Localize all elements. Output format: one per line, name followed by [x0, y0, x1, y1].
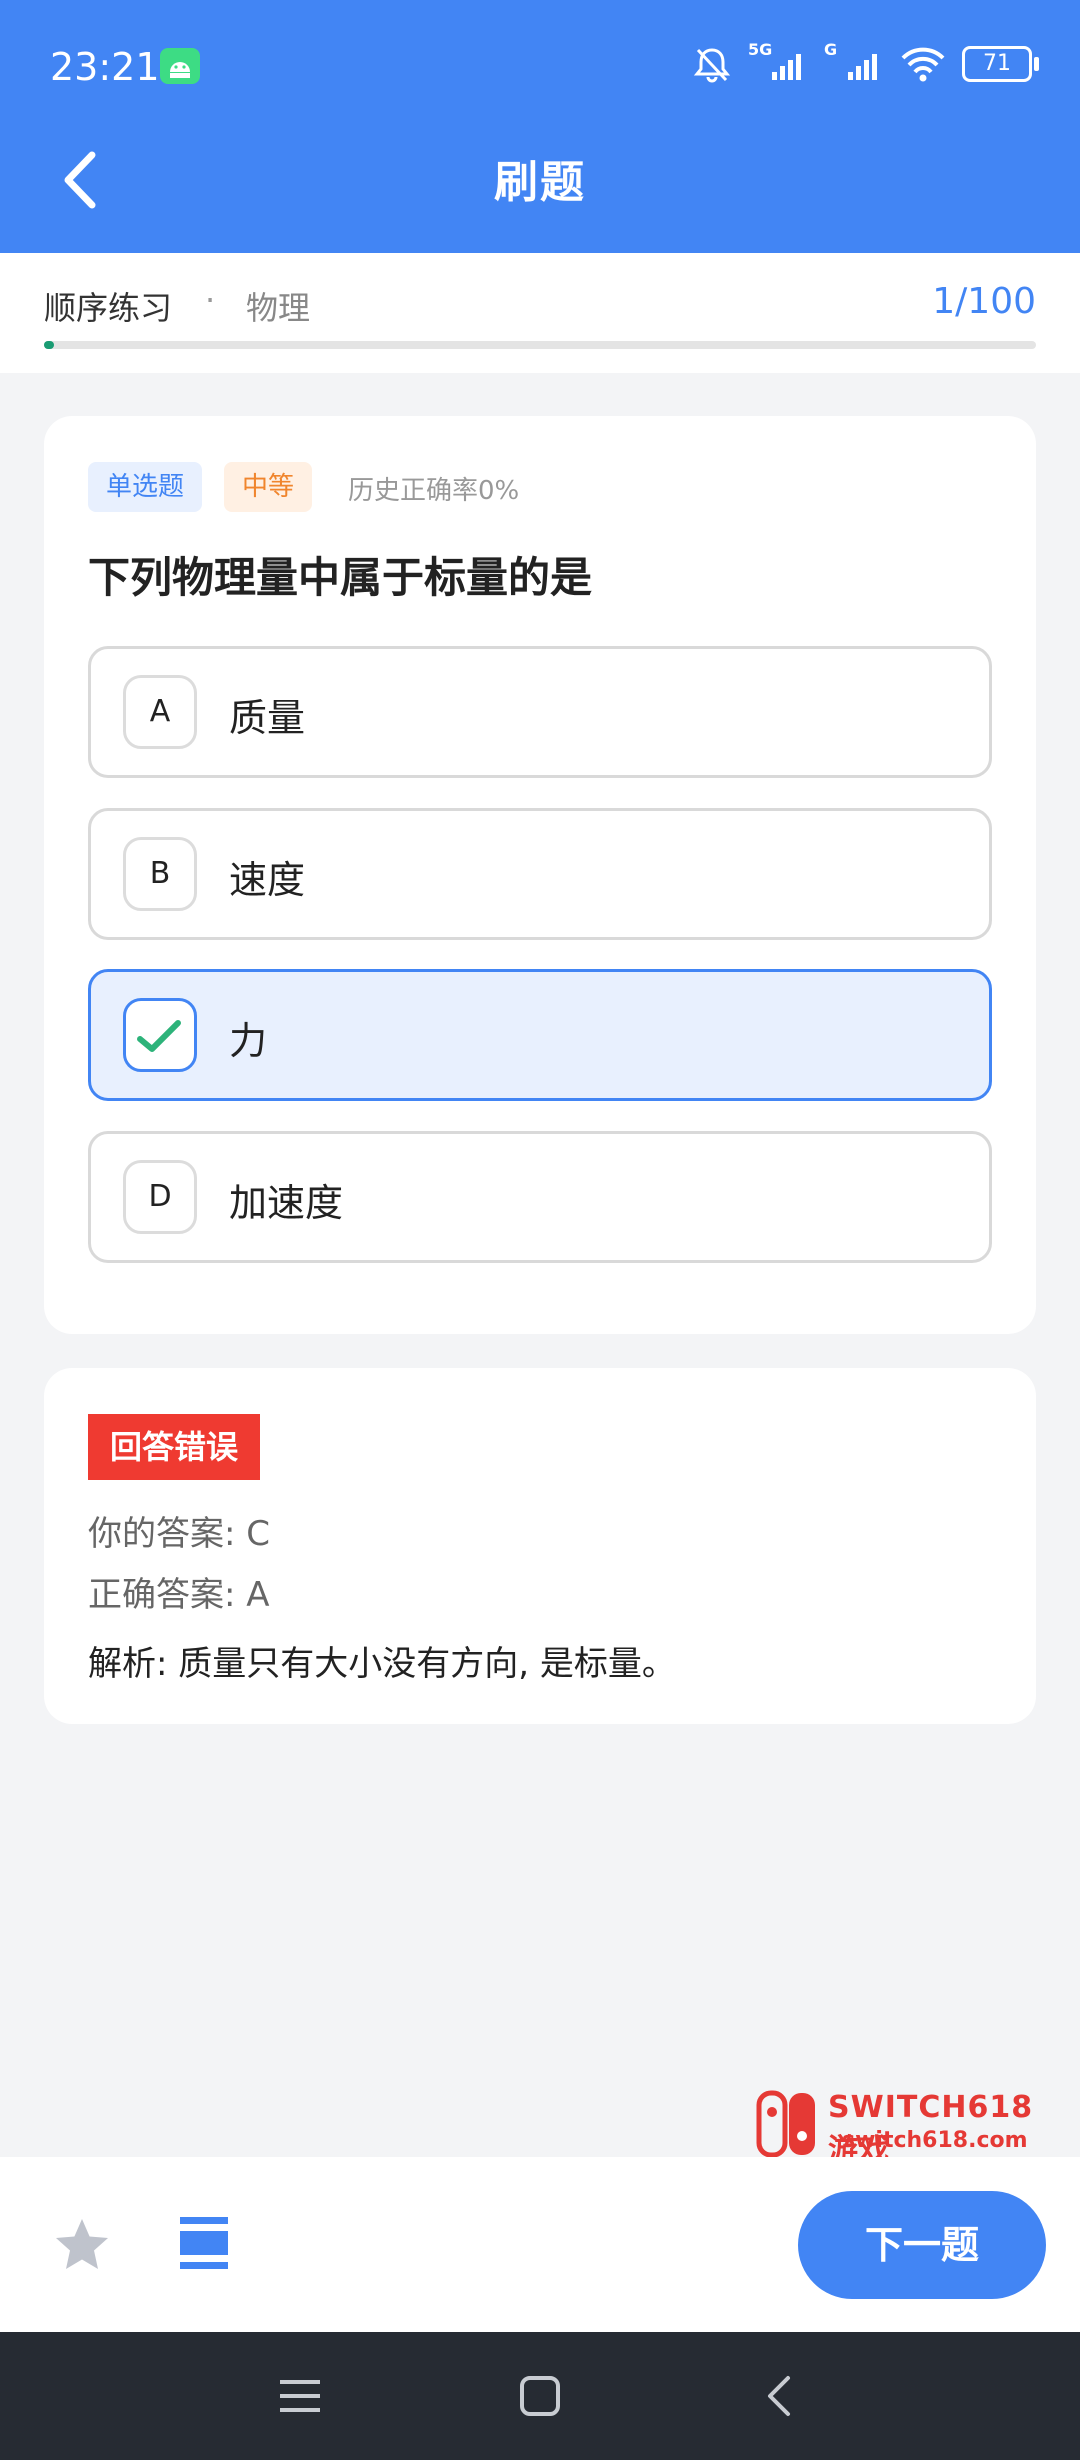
subject-label: 物理: [246, 289, 311, 327]
signal-5g-icon: 5G: [748, 40, 808, 84]
page-title: 刷题: [494, 157, 586, 208]
option-letter: B: [123, 837, 197, 911]
answer-analysis: 解析: 质量只有大小没有方向, 是标量。: [88, 1644, 676, 1684]
watermark-url: switch618.com: [842, 2128, 1028, 2153]
progress-fill: [44, 341, 54, 349]
option-text: 质量: [229, 696, 306, 740]
option-text: 速度: [229, 858, 306, 902]
question-card: 单选题 中等 历史正确率0% 下列物理量中属于标量的是 A 质量 B 速度 力 …: [44, 416, 1036, 1334]
menu-icon[interactable]: [278, 2370, 322, 2426]
option-a[interactable]: A 质量: [88, 646, 992, 778]
next-question-button[interactable]: 下一题: [798, 2191, 1046, 2299]
practice-mode-label: 顺序练习: [44, 289, 173, 327]
status-time: 23:21: [50, 45, 160, 89]
bottom-action-bar: 下一题: [0, 2157, 1080, 2332]
your-answer: 你的答案: C: [88, 1514, 271, 1554]
battery-icon: 71: [962, 46, 1039, 82]
switch-logo-icon: [756, 2090, 815, 2158]
separator-dot: ·: [205, 281, 216, 319]
question-type-tag: 单选题: [88, 462, 203, 512]
progress-track: [44, 341, 1036, 349]
status-icons: 5G G 71: [692, 40, 1039, 84]
android-notification-icon: [160, 48, 200, 84]
progress-section: 顺序练习 · 物理 1/100: [0, 253, 1080, 373]
history-accuracy: 历史正确率0%: [348, 476, 520, 506]
option-letter: A: [123, 675, 197, 749]
option-text: 加速度: [229, 1181, 344, 1225]
option-d[interactable]: D 加速度: [88, 1131, 992, 1263]
app-header: 23:21 5G G 71 刷题: [0, 0, 1080, 253]
system-nav-bar: [0, 2332, 1080, 2460]
star-icon[interactable]: [52, 2215, 112, 2279]
question-text: 下列物理量中属于标量的是: [88, 553, 593, 602]
wifi-icon: [901, 47, 945, 82]
watermark: SWITCH618游戏 switch618.com: [756, 2090, 1062, 2168]
option-letter: D: [123, 1160, 197, 1234]
option-b[interactable]: B 速度: [88, 808, 992, 940]
check-icon: [123, 998, 197, 1072]
bell-off-icon: [693, 48, 731, 83]
signal-g-icon: G: [824, 40, 884, 84]
list-icon[interactable]: [176, 2213, 232, 2277]
home-icon[interactable]: [516, 2370, 564, 2426]
correct-answer: 正确答案: A: [88, 1575, 270, 1615]
difficulty-tag: 中等: [224, 462, 313, 512]
result-card: 回答错误 你的答案: C 正确答案: A 解析: 质量只有大小没有方向, 是标量…: [44, 1368, 1036, 1724]
question-counter: 1/100: [932, 281, 1036, 322]
option-text: 力: [229, 1019, 268, 1063]
nav-back-icon[interactable]: [760, 2370, 800, 2426]
option-c[interactable]: 力: [88, 969, 992, 1101]
wrong-answer-badge: 回答错误: [88, 1414, 261, 1480]
